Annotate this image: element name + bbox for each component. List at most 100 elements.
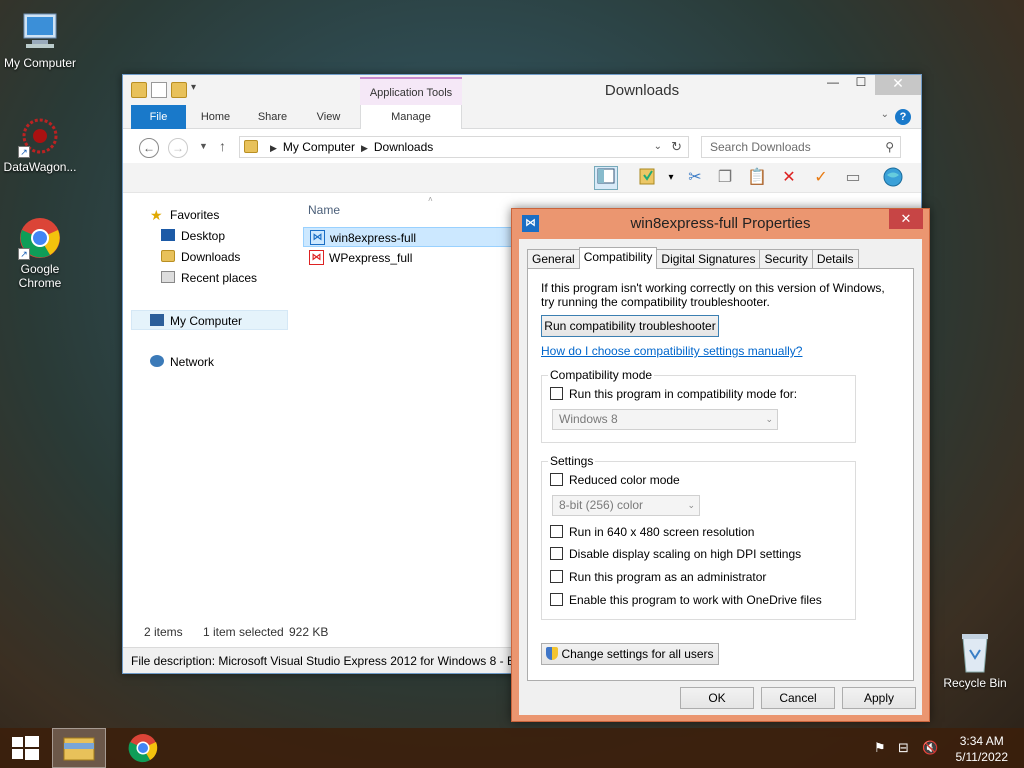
file-explorer-icon (63, 737, 95, 761)
windows-logo-icon (12, 736, 39, 760)
search-icon: ⚲ (885, 140, 894, 154)
volume-muted-icon[interactable]: 🔇 (922, 740, 938, 756)
dialog-close-button[interactable]: ✕ (889, 209, 923, 229)
navigation-pane: ★ Favorites Desktop Downloads Recent plac… (123, 195, 298, 625)
desktop-icon-label: Recycle Bin (943, 676, 1007, 690)
taskbar-file-explorer[interactable] (52, 728, 106, 768)
nav-downloads[interactable]: Downloads (161, 247, 240, 267)
tab-home[interactable]: Home (193, 105, 238, 129)
run-as-admin-checkbox[interactable]: Run this program as an administrator (550, 569, 766, 585)
checkbox-box (550, 473, 563, 486)
up-button[interactable]: ↑ (219, 138, 226, 154)
help-icon[interactable]: ? (895, 109, 911, 125)
intro-text-line2: try running the compatibility troublesho… (541, 295, 770, 309)
system-clock[interactable]: 3:34 AM 5/11/2022 (956, 733, 1009, 765)
onedrive-checkbox[interactable]: Enable this program to work with OneDriv… (550, 592, 822, 608)
start-button[interactable] (0, 728, 54, 768)
minimize-button[interactable]: — (819, 75, 847, 95)
nav-network[interactable]: Network (150, 352, 214, 372)
window-title: Downloads (604, 82, 680, 99)
tab-details[interactable]: Details (811, 249, 859, 269)
dpi-scaling-checkbox[interactable]: Disable display scaling on high DPI sett… (550, 546, 801, 562)
cut-icon[interactable]: ✂ (683, 166, 707, 190)
select-value: Windows 8 (559, 412, 618, 426)
nav-label: Desktop (181, 229, 226, 243)
address-dropdown-icon[interactable]: ⌄ (654, 137, 662, 157)
resolution-640-checkbox[interactable]: Run in 640 x 480 screen resolution (550, 524, 754, 540)
nav-label: Network (170, 355, 215, 369)
maximize-button[interactable]: ☐ (847, 75, 875, 95)
file-row[interactable]: ⋈ WPexpress_full (303, 248, 513, 268)
address-bar[interactable]: ▶ My Computer ▶ Downloads ⌄ ↻ (239, 136, 689, 158)
nav-recent-places[interactable]: Recent places (161, 268, 257, 288)
nav-my-computer[interactable]: My Computer (131, 310, 288, 330)
button-label: Change settings for all users (561, 647, 714, 661)
breadcrumb-downloads[interactable]: Downloads (374, 140, 433, 154)
ribbon-expand-icon[interactable]: ⌄ (881, 109, 889, 120)
tab-security[interactable]: Security (759, 249, 813, 269)
dropdown-icon[interactable]: ▾ (659, 166, 683, 190)
desktop-icon-chrome[interactable]: ↗ Google Chrome (0, 216, 80, 290)
close-button[interactable]: ✕ (875, 75, 921, 95)
group-label: Compatibility mode (548, 368, 655, 382)
change-settings-all-users-button[interactable]: Change settings for all users (541, 643, 719, 665)
selection-size: 922 KB (289, 625, 329, 639)
globe-icon[interactable] (881, 166, 905, 190)
tab-general[interactable]: General (527, 249, 580, 269)
taskbar: ⚑ ⊟ 🔇 3:34 AM 5/11/2022 (0, 728, 1024, 768)
network-status-icon[interactable]: ⊟ (898, 740, 909, 756)
command-toolbar: ▾ ✂ ❐ 📋 ✕ ✓ ▭ (123, 163, 921, 193)
tab-manage[interactable]: Manage (360, 105, 462, 129)
preview-pane-icon[interactable] (594, 166, 618, 190)
view-options-icon[interactable]: ▭ (841, 166, 865, 190)
copy-icon[interactable]: ❐ (713, 166, 737, 190)
uac-shield-icon (546, 647, 559, 660)
desktop-icon (161, 229, 175, 241)
recent-locations-icon[interactable]: ▼ (199, 141, 208, 151)
back-button[interactable]: ← (139, 138, 159, 158)
checkbox-label: Run this program in compatibility mode f… (569, 387, 798, 401)
nav-desktop[interactable]: Desktop (161, 226, 225, 246)
rename-icon[interactable]: ✓ (809, 166, 833, 190)
reduced-color-checkbox[interactable]: Reduced color mode (550, 472, 680, 488)
tab-compatibility[interactable]: Compatibility (578, 247, 658, 269)
column-header-name[interactable]: Name (308, 203, 340, 217)
tab-view[interactable]: View (306, 105, 351, 129)
action-center-flag-icon[interactable]: ⚑ (874, 740, 886, 756)
nav-favorites[interactable]: ★ Favorites (150, 205, 219, 225)
color-mode-select[interactable]: 8-bit (256) color ⌄ (552, 495, 700, 516)
breadcrumb-my-computer[interactable]: My Computer (283, 140, 355, 154)
refresh-icon[interactable]: ↻ (671, 137, 682, 157)
ok-button[interactable]: OK (680, 687, 754, 709)
compat-mode-checkbox[interactable]: Run this program in compatibility mode f… (550, 386, 797, 402)
checkbox-label: Reduced color mode (569, 473, 680, 487)
compat-os-select[interactable]: Windows 8 ⌄ (552, 409, 778, 430)
file-row[interactable]: ⋈ win8express-full (303, 227, 513, 247)
desktop-icon-datawagon[interactable]: ↗ DataWagon... (0, 114, 80, 174)
group-label: Settings (548, 454, 596, 468)
help-link[interactable]: How do I choose compatibility settings m… (541, 344, 802, 358)
taskbar-chrome[interactable] (116, 728, 170, 768)
checkbox-box (550, 547, 563, 560)
checkbox-box (550, 593, 563, 606)
search-input[interactable]: Search Downloads ⚲ (701, 136, 901, 158)
run-troubleshooter-button[interactable]: Run compatibility troubleshooter (541, 315, 719, 337)
paste-icon[interactable]: 📋 (745, 166, 769, 190)
forward-button[interactable]: → (168, 138, 188, 158)
desktop-icon-my-computer[interactable]: My Computer (0, 10, 80, 70)
datawagon-icon: ↗ (18, 114, 62, 158)
desktop-icon-label: Google Chrome (18, 262, 62, 290)
cancel-button[interactable]: Cancel (761, 687, 835, 709)
tab-file[interactable]: File (131, 105, 186, 129)
tab-share[interactable]: Share (250, 105, 295, 129)
desktop-icon-recycle-bin[interactable]: Recycle Bin (935, 630, 1015, 690)
delete-icon[interactable]: ✕ (777, 166, 801, 190)
checkbox-box (550, 525, 563, 538)
apply-button[interactable]: Apply (842, 687, 916, 709)
file-name: WPexpress_full (329, 251, 413, 265)
checkbox-label: Disable display scaling on high DPI sett… (569, 547, 802, 561)
chevron-down-icon: ⌄ (687, 500, 695, 510)
network-icon (150, 355, 164, 367)
tab-digital-signatures[interactable]: Digital Signatures (656, 249, 761, 269)
properties-toolbar-icon[interactable] (635, 166, 659, 190)
